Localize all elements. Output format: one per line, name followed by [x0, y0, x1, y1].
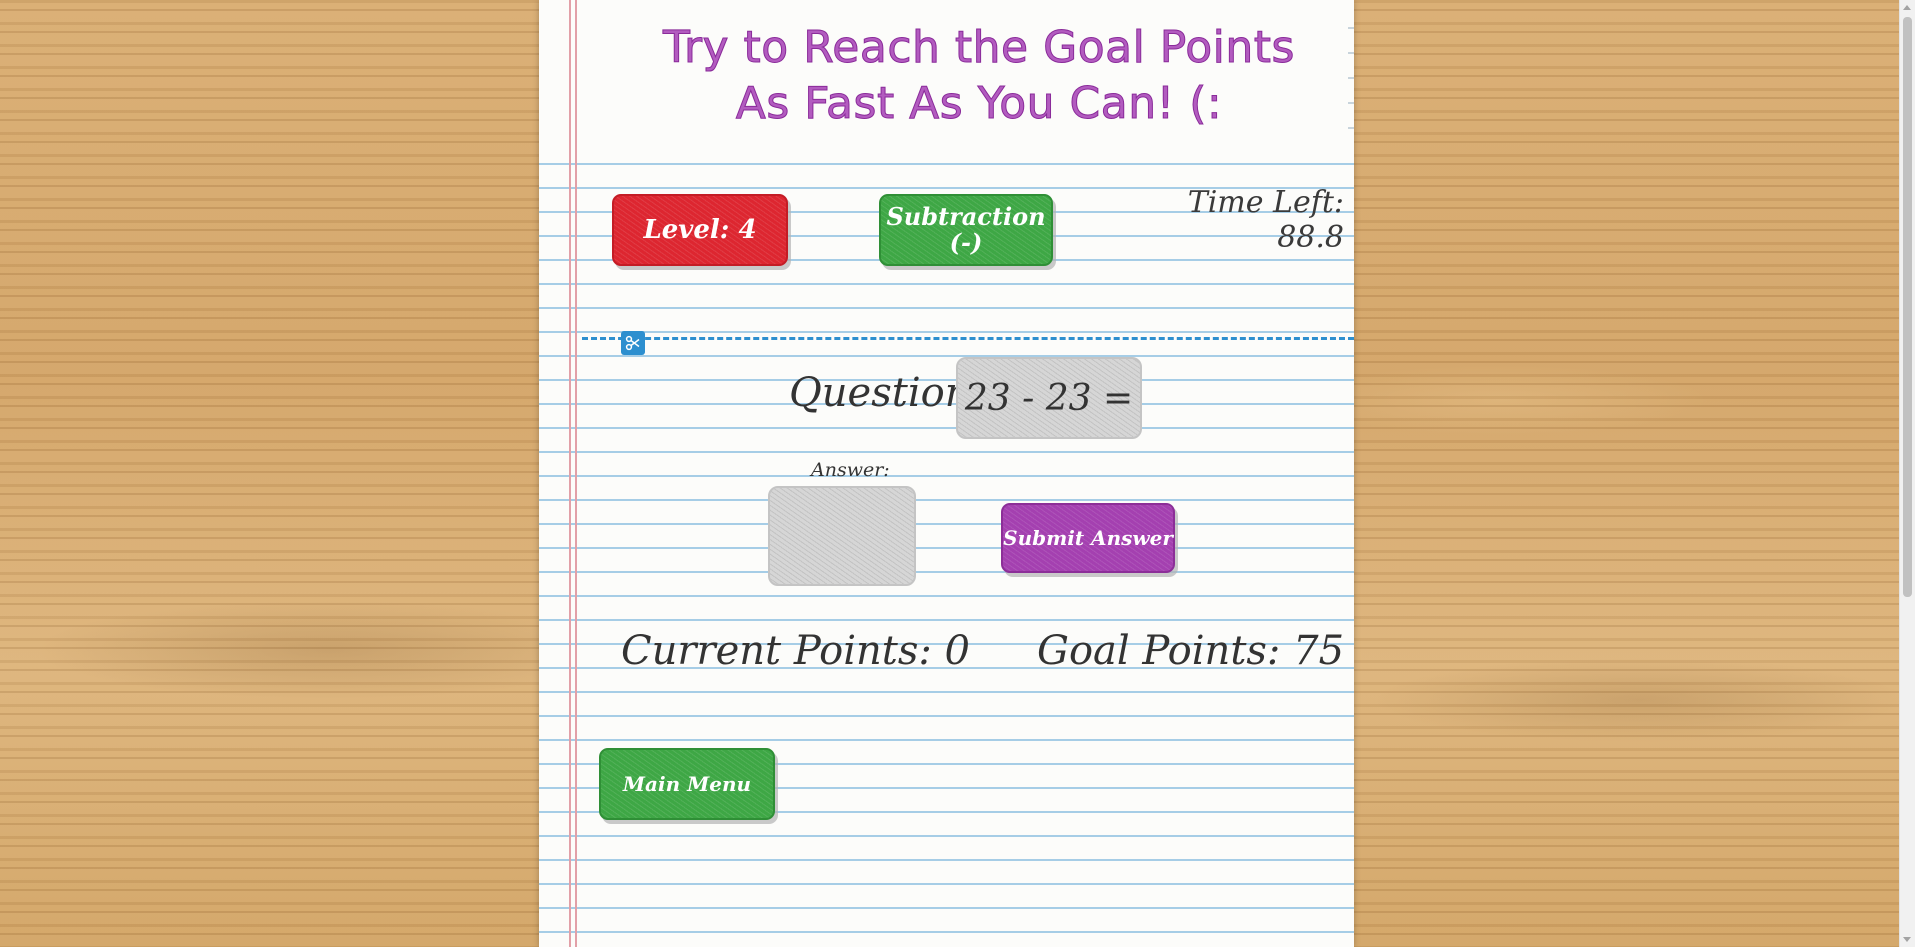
notebook-paper: Try to Reach the Goal Points As Fast As …	[539, 0, 1354, 947]
scissors-icon	[621, 331, 645, 355]
cut-line-divider	[582, 337, 1354, 340]
question-label: Question:	[789, 370, 984, 416]
current-points: Current Points: 0	[621, 628, 971, 674]
level-label: Level: 4	[643, 215, 757, 245]
page-title: Try to Reach the Goal Points As Fast As …	[579, 20, 1354, 132]
submit-answer-button[interactable]: Submit Answer	[1001, 503, 1175, 573]
title-line-1: Try to Reach the Goal Points	[663, 22, 1295, 74]
answer-input[interactable]	[768, 486, 916, 586]
title-line-2: As Fast As You Can! (:	[735, 78, 1223, 130]
scrollbar-thumb[interactable]	[1903, 17, 1912, 597]
time-left-display: Time Left: 88.8	[1187, 185, 1344, 255]
submit-answer-label: Submit Answer	[1003, 526, 1173, 550]
goal-points: Goal Points: 75	[1037, 628, 1345, 674]
main-menu-label: Main Menu	[622, 772, 752, 796]
level-button[interactable]: Level: 4	[612, 194, 788, 266]
question-expression-box: 23 - 23 =	[956, 357, 1142, 439]
margin-line	[569, 0, 571, 947]
scroll-down-arrow-icon[interactable]	[1903, 937, 1911, 942]
main-menu-button[interactable]: Main Menu	[599, 748, 775, 820]
margin-line	[575, 0, 577, 947]
answer-label: Answer:	[811, 459, 890, 481]
mode-label-line-1: Subtraction	[886, 202, 1046, 231]
vertical-scrollbar[interactable]	[1899, 0, 1915, 947]
operation-mode-button[interactable]: Subtraction (-)	[879, 194, 1053, 266]
mode-label-line-2: (-)	[949, 228, 983, 257]
scroll-up-arrow-icon[interactable]	[1903, 5, 1911, 10]
question-expression: 23 - 23 =	[964, 377, 1134, 419]
